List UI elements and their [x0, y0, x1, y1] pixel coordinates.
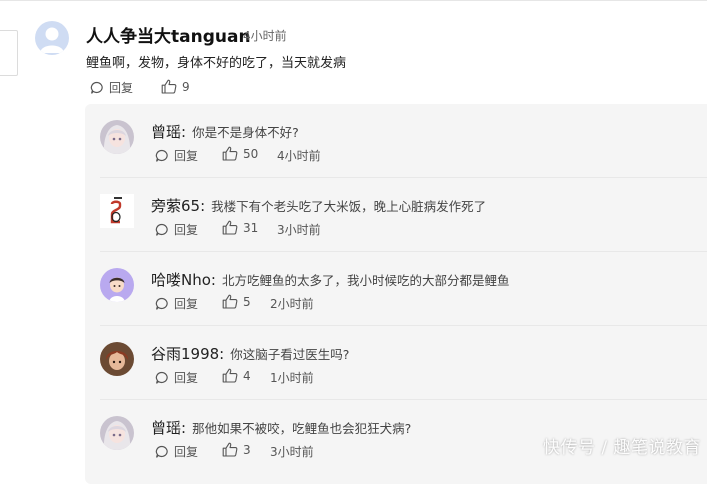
avatar[interactable] — [100, 194, 134, 228]
like-count: 50 — [243, 146, 259, 161]
thumbs-up-icon — [222, 146, 238, 161]
anime-girl-avatar-icon — [100, 416, 134, 450]
reply-label: 回复 — [109, 81, 134, 95]
reply-label: 回复 — [174, 445, 199, 459]
reply-button[interactable]: 回复 — [155, 147, 198, 164]
reply-text: 我楼下有个老头吃了大米饭，晚上心脏病发作死了 — [211, 199, 487, 214]
like-count: 3 — [243, 442, 251, 457]
comment-bubble-icon — [155, 297, 168, 310]
reply-divider — [100, 399, 707, 400]
comment-bubble-icon — [155, 371, 168, 384]
reply-time: 4小时前 — [277, 149, 321, 163]
reply-author[interactable]: 曾瑶: — [151, 417, 186, 438]
avatar[interactable] — [100, 268, 134, 302]
reply-divider — [100, 251, 707, 252]
default-user-icon — [40, 27, 64, 53]
like-button[interactable]: 5 — [222, 294, 251, 309]
reply-text: 北方吃鲤鱼的太多了，我小时候吃的大部分都是鲤鱼 — [221, 273, 510, 288]
thumbs-up-icon — [222, 294, 238, 309]
reply-label: 回复 — [174, 297, 199, 311]
reply-time: 2小时前 — [270, 297, 314, 311]
reply-text: 你这脑子看过医生吗? — [230, 347, 350, 362]
reply-button[interactable]: 回复 — [155, 443, 198, 460]
anime-character-avatar-icon — [100, 342, 134, 376]
thumbs-up-icon — [222, 220, 238, 235]
reply-time: 3小时前 — [270, 445, 314, 459]
reply-label: 回复 — [174, 149, 199, 163]
like-button[interactable]: 9 — [161, 79, 190, 94]
reply-label: 回复 — [174, 371, 199, 385]
reply-divider — [100, 325, 707, 326]
reply-text: 你是不是身体不好? — [192, 125, 299, 140]
reply-button[interactable]: 回复 — [155, 221, 198, 238]
avatar[interactable] — [100, 120, 134, 154]
like-count: 9 — [182, 79, 190, 94]
comment-time: 4小时前 — [243, 29, 287, 43]
reply-button[interactable]: 回复 — [155, 295, 198, 312]
comment-bubble-icon — [90, 81, 103, 94]
reply-label: 回复 — [174, 223, 199, 237]
thumbs-up-icon — [222, 442, 238, 457]
comment-author[interactable]: 人人争当大tanguan — [86, 22, 251, 47]
anime-girl-avatar-icon — [100, 120, 134, 154]
top-divider — [0, 0, 707, 1]
reply-divider — [100, 177, 707, 178]
avatar[interactable] — [35, 21, 69, 55]
reply-item: 曾瑶: 你是不是身体不好? — [151, 121, 299, 142]
thumbs-up-icon — [161, 79, 177, 94]
cartoon-boy-avatar-icon — [100, 268, 134, 302]
reply-author[interactable]: 曾瑶: — [151, 121, 186, 142]
like-count: 31 — [243, 220, 259, 235]
comment-text: 鲤鱼啊，发物，身体不好的吃了，当天就发病 — [86, 56, 347, 71]
reply-item: 谷雨1998: 你这脑子看过医生吗? — [151, 343, 349, 364]
like-button[interactable]: 4 — [222, 368, 251, 383]
avatar[interactable] — [100, 342, 134, 376]
reply-button[interactable]: 回复 — [90, 79, 133, 96]
comment-bubble-icon — [155, 149, 168, 162]
reply-item: 旁萦65: 我楼下有个老头吃了大米饭，晚上心脏病发作死了 — [151, 195, 486, 216]
reply-button[interactable]: 回复 — [155, 369, 198, 386]
watermark: 快传号 / 趣笔说教育 — [542, 438, 701, 458]
like-button[interactable]: 50 — [222, 146, 258, 161]
comment-bubble-icon — [155, 223, 168, 236]
like-count: 5 — [243, 294, 251, 309]
left-edge-box — [0, 30, 18, 76]
thumbs-up-icon — [222, 368, 238, 383]
reply-item: 曾瑶: 那他如果不被咬，吃鲤鱼也会犯狂犬病? — [151, 417, 411, 438]
like-button[interactable]: 3 — [222, 442, 251, 457]
reply-time: 3小时前 — [277, 223, 321, 237]
reply-item: 哈喽Nho: 北方吃鲤鱼的太多了，我小时候吃的大部分都是鲤鱼 — [151, 269, 509, 290]
like-button[interactable]: 31 — [222, 220, 258, 235]
like-count: 4 — [243, 368, 251, 383]
reply-author[interactable]: 哈喽Nho: — [151, 269, 216, 290]
reply-author[interactable]: 谷雨1998: — [151, 343, 224, 364]
avatar[interactable] — [100, 416, 134, 450]
reply-time: 1小时前 — [270, 371, 314, 385]
comment-bubble-icon — [155, 445, 168, 458]
reply-author[interactable]: 旁萦65: — [151, 195, 205, 216]
book-cover-avatar-icon — [100, 194, 134, 228]
reply-text: 那他如果不被咬，吃鲤鱼也会犯狂犬病? — [192, 421, 412, 436]
